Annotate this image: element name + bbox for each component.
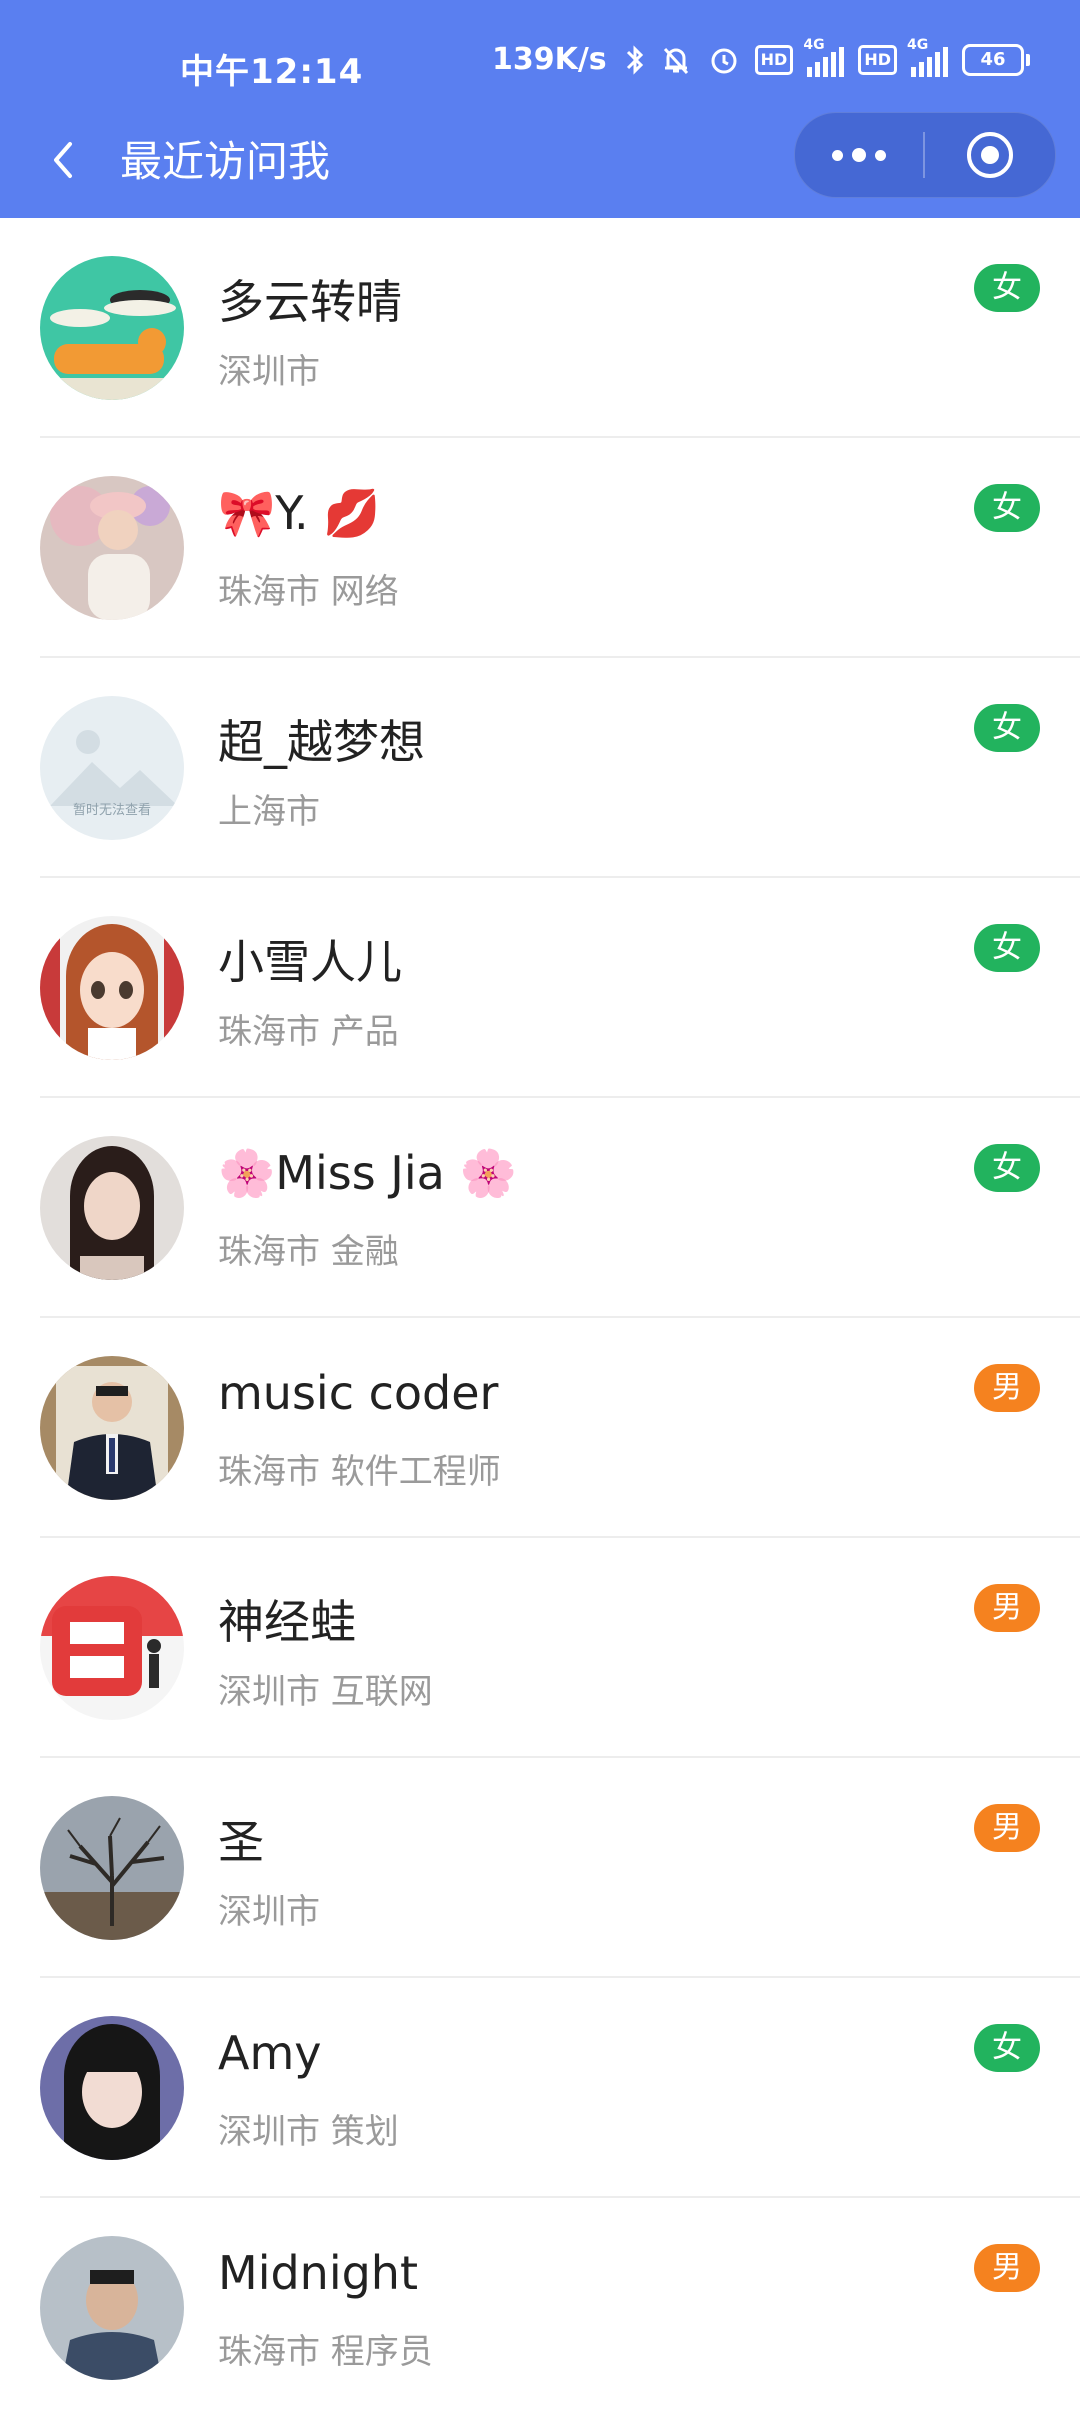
visitor-info: 深圳市	[218, 352, 320, 392]
page-title: 最近访问我	[120, 137, 331, 186]
network-speed: 139K/s	[491, 42, 607, 77]
gender-badge: 女	[974, 704, 1040, 752]
visitor-info: 深圳市	[218, 1892, 320, 1932]
more-button[interactable]	[795, 113, 923, 197]
mute-icon	[659, 43, 693, 77]
alarm-icon	[707, 43, 741, 77]
avatar	[40, 2236, 184, 2380]
visitor-name: 神经蛙	[218, 1595, 356, 1649]
miniprogram-capsule	[794, 112, 1056, 198]
back-button[interactable]	[38, 130, 98, 190]
visitor-info: 珠海市 网络	[218, 572, 399, 612]
visitor-info: 上海市	[218, 792, 320, 832]
list-item[interactable]: Midnight 珠海市 程序员 男	[0, 2198, 1080, 2418]
visitor-info: 深圳市 互联网	[218, 1672, 433, 1712]
avatar	[40, 2016, 184, 2160]
header-bar: 中午12:14 139K/s HD 4G HD 4G 46 最近访问我	[0, 0, 1080, 218]
visitor-name: Midnight	[218, 2246, 418, 2300]
avatar	[40, 476, 184, 620]
visitor-info: 珠海市 金融	[218, 1232, 399, 1272]
visitor-info: 珠海市 软件工程师	[218, 1452, 501, 1492]
gender-badge: 男	[974, 1804, 1040, 1852]
status-time: 中午12:14	[180, 52, 364, 92]
battery-icon: 46	[962, 43, 1030, 76]
visitor-info: 珠海市 程序员	[218, 2332, 433, 2372]
visitor-name: 多云转晴	[218, 275, 402, 329]
signal-icon-2: 4G	[907, 37, 948, 77]
list-item[interactable]: music coder 珠海市 软件工程师 男	[0, 1318, 1080, 1538]
list-item[interactable]: 🌸Miss Jia 🌸 珠海市 金融 女	[0, 1098, 1080, 1318]
avatar	[40, 1136, 184, 1280]
avatar	[40, 256, 184, 400]
navigation-bar: 最近访问我	[0, 112, 1080, 218]
avatar: 暂时无法查看	[40, 696, 184, 840]
avatar	[40, 1356, 184, 1500]
hd-icon-2: HD	[858, 44, 897, 75]
list-item[interactable]: 暂时无法查看 超_越梦想 上海市 女	[0, 658, 1080, 878]
visitor-info: 深圳市 策划	[218, 2112, 399, 2152]
bluetooth-icon	[625, 43, 645, 77]
signal-icon: 4G	[803, 37, 845, 77]
list-item[interactable]: 神经蛙 深圳市 互联网 男	[0, 1538, 1080, 1758]
gender-badge: 男	[974, 1364, 1040, 1412]
list-item[interactable]: 小雪人儿 珠海市 产品 女	[0, 878, 1080, 1098]
list-item[interactable]: 🎀Y. 💋 珠海市 网络 女	[0, 438, 1080, 658]
hd-icon: HD	[754, 44, 794, 75]
gender-badge: 女	[974, 924, 1040, 972]
gender-badge: 女	[974, 264, 1040, 312]
visitor-name: 圣	[218, 1815, 264, 1869]
visitor-name: Amy	[218, 2026, 322, 2080]
chevron-left-icon	[54, 142, 72, 178]
status-bar: 中午12:14 139K/s HD 4G HD 4G 46	[0, 0, 1080, 120]
visitor-name: 超_越梦想	[218, 715, 425, 769]
avatar	[40, 1576, 184, 1720]
visitor-name: music coder	[218, 1366, 499, 1420]
avatar-placeholder-text: 暂时无法查看	[73, 802, 151, 817]
close-miniprogram-button[interactable]	[925, 113, 1055, 197]
avatar	[40, 1796, 184, 1940]
visitor-list: 多云转晴 深圳市 女 🎀Y. 💋 珠海市 网络 女 暂时无法查看 超_越梦想 上…	[0, 218, 1080, 2418]
target-icon	[967, 132, 1013, 178]
list-item[interactable]: 圣 深圳市 男	[0, 1758, 1080, 1978]
gender-badge: 女	[974, 484, 1040, 532]
list-item[interactable]: 多云转晴 深圳市 女	[0, 218, 1080, 438]
gender-badge: 男	[974, 2244, 1040, 2292]
list-item[interactable]: Amy 深圳市 策划 女	[0, 1978, 1080, 2198]
visitor-name: 小雪人儿	[218, 935, 402, 989]
visitor-name: 🎀Y. 💋	[218, 486, 381, 540]
avatar	[40, 916, 184, 1060]
visitor-info: 珠海市 产品	[218, 1012, 399, 1052]
gender-badge: 男	[974, 1584, 1040, 1632]
status-icons: 139K/s HD 4G HD 4G 46	[491, 37, 1030, 77]
gender-badge: 女	[974, 2024, 1040, 2072]
visitor-name: 🌸Miss Jia 🌸	[218, 1146, 517, 1200]
gender-badge: 女	[974, 1144, 1040, 1192]
